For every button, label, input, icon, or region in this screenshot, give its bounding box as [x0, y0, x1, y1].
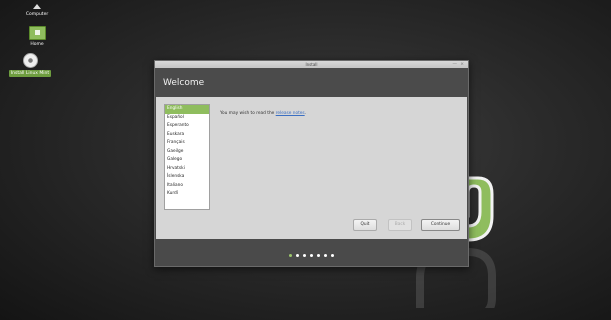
window-title: Install: [305, 62, 318, 67]
desktop-icon-home[interactable]: Home: [12, 26, 62, 47]
progress-step-dot: [310, 254, 313, 257]
continue-button[interactable]: Continue: [421, 219, 460, 231]
install-window: Install — × Welcome English Español Espe…: [154, 60, 469, 267]
progress-step-dot: [296, 254, 299, 257]
close-icon[interactable]: ×: [460, 61, 464, 68]
progress-step-dot: [289, 254, 292, 257]
progress-step-dot: [317, 254, 320, 257]
window-titlebar[interactable]: Install — ×: [155, 61, 468, 68]
language-item[interactable]: Hrvatski: [165, 165, 209, 174]
language-item[interactable]: Íslenska: [165, 173, 209, 182]
computer-icon: [33, 4, 41, 9]
release-text-suffix: .: [304, 111, 307, 116]
language-item[interactable]: English: [165, 105, 209, 114]
release-text-prefix: You may wish to read the: [220, 111, 276, 116]
desktop-icon-install-linux-mint[interactable]: Install Linux Mint: [4, 53, 56, 77]
language-item[interactable]: Gaeilge: [165, 148, 209, 157]
page-header: Welcome: [155, 68, 468, 97]
language-list[interactable]: English Español Esperanto Euskara França…: [164, 104, 210, 210]
progress-step-dot: [303, 254, 306, 257]
home-folder-icon: [28, 26, 46, 40]
language-item[interactable]: Euskara: [165, 131, 209, 140]
desktop-icon-label: Home: [30, 42, 44, 47]
progress-step-dot: [331, 254, 334, 257]
language-item[interactable]: Galego: [165, 156, 209, 165]
language-item[interactable]: Kurdî: [165, 190, 209, 199]
progress-step-dot: [324, 254, 327, 257]
minimize-icon[interactable]: —: [453, 61, 458, 68]
release-notes-link[interactable]: release notes: [276, 111, 305, 116]
desktop-icon-label: Computer: [25, 12, 49, 17]
quit-button[interactable]: Quit: [353, 219, 377, 231]
release-notes-text: You may wish to read the release notes.: [220, 111, 306, 116]
installer-content: English Español Esperanto Euskara França…: [156, 97, 467, 239]
back-button[interactable]: Back: [388, 219, 412, 231]
desktop-icon-label: Install Linux Mint: [8, 70, 52, 77]
language-item[interactable]: Esperanto: [165, 122, 209, 131]
page-title: Welcome: [163, 78, 205, 88]
language-item[interactable]: Español: [165, 114, 209, 123]
disc-icon: [22, 53, 38, 68]
language-item[interactable]: Français: [165, 139, 209, 148]
language-item[interactable]: Italiano: [165, 182, 209, 191]
desktop-icon-computer[interactable]: Computer: [12, 4, 62, 17]
step-progress: [155, 245, 468, 257]
